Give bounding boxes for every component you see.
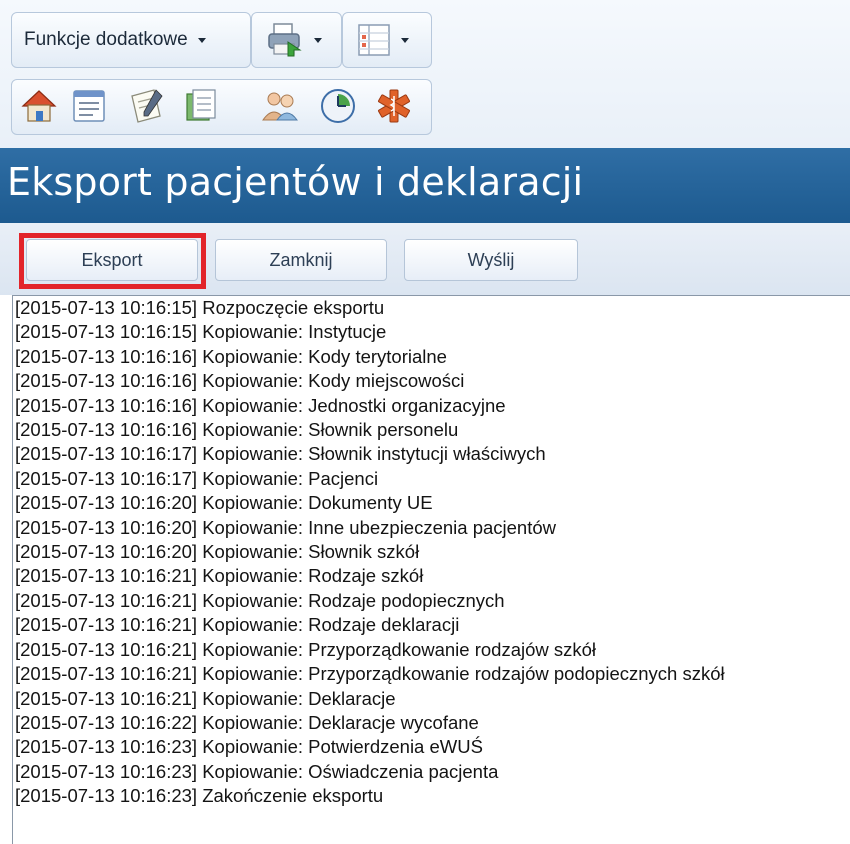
log-line: [2015-07-13 10:16:17] Kopiowanie: Pacjen… — [15, 467, 379, 489]
print-dropdown[interactable] — [251, 12, 342, 68]
layout-grid-icon — [358, 24, 390, 56]
log-line: [2015-07-13 10:16:20] Kopiowanie: Inne u… — [15, 516, 557, 538]
log-line: [2015-07-13 10:16:21] Kopiowanie: Rodzaj… — [15, 614, 460, 636]
home-icon — [21, 90, 57, 122]
documents-icon — [186, 89, 216, 121]
medical-star-icon — [378, 89, 410, 123]
log-line: [2015-07-13 10:16:23] Kopiowanie: Oświad… — [15, 760, 499, 782]
log-line: [2015-07-13 10:16:23] Kopiowanie: Potwie… — [15, 736, 483, 758]
log-line: [2015-07-13 10:16:22] Kopiowanie: Deklar… — [15, 711, 479, 733]
log-line: [2015-07-13 10:16:16] Kopiowanie: Słowni… — [15, 419, 459, 441]
toolbar-area: Funkcje dodatkowe — [0, 0, 850, 148]
log-line: [2015-07-13 10:16:21] Kopiowanie: Deklar… — [15, 687, 396, 709]
page-header: Eksport pacjentów i deklaracji — [0, 148, 850, 223]
export-button[interactable]: Eksport — [26, 239, 198, 281]
log-line: [2015-07-13 10:16:17] Kopiowanie: Słowni… — [15, 443, 546, 465]
users-button[interactable] — [258, 79, 302, 133]
clock-icon — [321, 89, 355, 123]
log-line: [2015-07-13 10:16:23] Zakończenie ekspor… — [15, 785, 384, 807]
functions-dropdown-label: Funkcje dodatkowe — [24, 29, 188, 50]
log-line: [2015-07-13 10:16:21] Kopiowanie: Przypo… — [15, 638, 597, 660]
printer-icon — [268, 23, 302, 57]
chevron-down-icon — [401, 37, 409, 43]
chevron-down-icon — [197, 37, 206, 43]
send-button[interactable]: Wyślij — [404, 239, 578, 281]
log-line: [2015-07-13 10:16:16] Kopiowanie: Kody t… — [15, 345, 447, 367]
home-button[interactable] — [17, 79, 61, 133]
calendar-list-button[interactable] — [67, 79, 111, 133]
medical-button[interactable] — [372, 79, 416, 133]
log-line: [2015-07-13 10:16:16] Kopiowanie: Jednos… — [15, 394, 506, 416]
export-log[interactable]: [2015-07-13 10:16:15] Rozpoczęcie ekspor… — [12, 295, 850, 844]
chevron-down-icon — [314, 37, 322, 43]
layout-dropdown[interactable] — [342, 12, 432, 68]
clock-button[interactable] — [316, 79, 360, 133]
log-line: [2015-07-13 10:16:15] Rozpoczęcie ekspor… — [15, 297, 385, 318]
users-icon — [262, 92, 298, 121]
log-line: [2015-07-13 10:16:20] Kopiowanie: Dokume… — [15, 492, 433, 514]
notes-button[interactable] — [124, 79, 168, 133]
notes-icon — [131, 89, 163, 123]
log-line: [2015-07-13 10:16:21] Kopiowanie: Przypo… — [15, 663, 725, 685]
calendar-list-icon — [73, 90, 105, 122]
functions-dropdown[interactable]: Funkcje dodatkowe — [11, 12, 251, 68]
page-title: Eksport pacjentów i deklaracji — [7, 160, 584, 204]
log-line: [2015-07-13 10:16:15] Kopiowanie: Instyt… — [15, 321, 387, 343]
documents-button[interactable] — [179, 79, 223, 133]
log-line: [2015-07-13 10:16:21] Kopiowanie: Rodzaj… — [15, 589, 505, 611]
action-buttons-row: Eksport Zamknij Wyślij — [0, 223, 850, 295]
log-line: [2015-07-13 10:16:16] Kopiowanie: Kody m… — [15, 370, 465, 392]
close-button[interactable]: Zamknij — [215, 239, 387, 281]
log-line: [2015-07-13 10:16:20] Kopiowanie: Słowni… — [15, 541, 420, 563]
log-line: [2015-07-13 10:16:21] Kopiowanie: Rodzaj… — [15, 565, 424, 587]
